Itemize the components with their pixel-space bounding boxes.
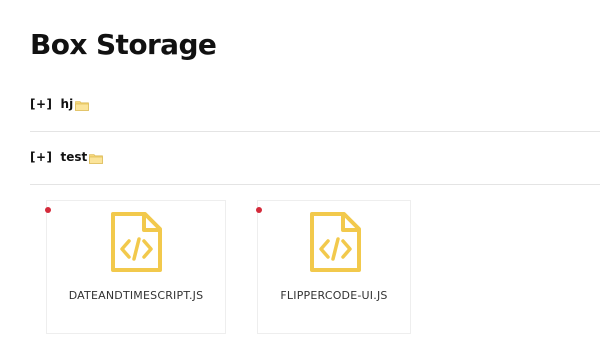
folder-row-test[interactable]: [+] test — [30, 147, 104, 167]
expand-toggle[interactable]: [+] — [30, 150, 53, 164]
file-name: FLIPPERCODE-UI.JS — [280, 289, 388, 302]
divider — [30, 131, 600, 132]
folder-name[interactable]: test — [61, 150, 88, 164]
code-file-icon — [111, 212, 162, 272]
folder-name[interactable]: hj — [61, 97, 74, 111]
page-title: Box Storage — [30, 28, 217, 61]
file-name: DATEANDTIMESCRIPT.JS — [68, 289, 204, 302]
status-dot — [256, 207, 262, 213]
folder-row-hj[interactable]: [+] hj — [30, 94, 89, 114]
folder-icon — [89, 153, 104, 164]
status-dot — [45, 207, 51, 213]
divider — [30, 184, 600, 185]
file-card-dateandtimescript[interactable]: DATEANDTIMESCRIPT.JS — [45, 200, 226, 334]
file-card-flippercode-ui[interactable]: FLIPPERCODE-UI.JS — [256, 200, 411, 334]
expand-toggle[interactable]: [+] — [30, 97, 53, 111]
folder-icon — [75, 100, 89, 111]
code-file-icon — [310, 212, 361, 272]
